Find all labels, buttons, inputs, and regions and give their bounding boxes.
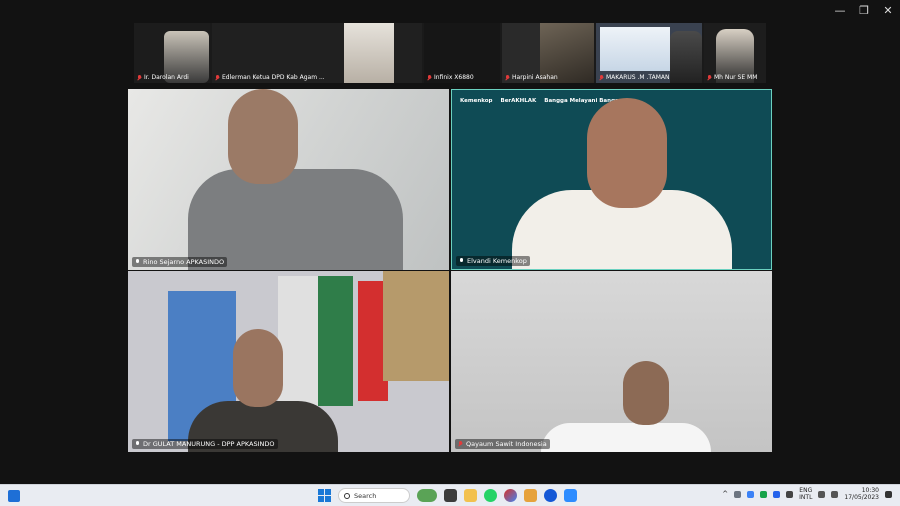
- bluetooth-icon[interactable]: [773, 490, 781, 498]
- mic-muted-icon: [458, 441, 463, 447]
- video-tile[interactable]: Qayaum Sawit Indonesia: [451, 271, 772, 452]
- meeting-app-icon[interactable]: [564, 489, 577, 502]
- participant-video: [318, 276, 353, 406]
- participant-strip: Ir. Darolan Ardi Edlerman Ketua DPD Kab …: [134, 23, 766, 83]
- mic-icon: [135, 441, 140, 447]
- tray-icon[interactable]: [760, 490, 768, 498]
- participant-label: Edlerman Ketua DPD Kab Agam ...: [215, 74, 325, 81]
- search-box[interactable]: Search: [338, 488, 410, 503]
- participant-name: Dr GULAT MANURUNG - DPP APKASINDO: [143, 440, 275, 448]
- mic-muted-icon: [137, 74, 142, 81]
- taskbar-apps: Search: [318, 488, 577, 503]
- mic-muted-icon: [599, 74, 604, 81]
- clock-time: 10:30: [861, 487, 879, 494]
- participant-video: [278, 276, 323, 406]
- mic-muted-icon: [707, 74, 712, 81]
- participant-name: Elvandi Kemenkop: [467, 257, 527, 265]
- participant-thumb[interactable]: MAKARUS .M .TAMAN: [596, 23, 702, 83]
- lang-code: ENG: [799, 487, 813, 494]
- clock[interactable]: 10:30 17/05/2023: [844, 487, 879, 501]
- minimize-button[interactable]: —: [828, 0, 852, 20]
- tray-icon[interactable]: [734, 490, 742, 498]
- participant-name: Ir. Darolan Ardi: [144, 74, 189, 81]
- search-icon: [344, 492, 350, 499]
- taskbar: Search ^ ENG INTL 10:30 17/05/2023: [0, 484, 900, 506]
- participant-label: Qayaum Sawit Indonesia: [455, 439, 550, 449]
- notification-icon[interactable]: [885, 490, 892, 498]
- video-tile-active-speaker[interactable]: Kemenkop BerAKHLAK Bangga Melayani Bangs…: [451, 89, 772, 270]
- tile-logos: Kemenkop BerAKHLAK Bangga Melayani Bangs…: [460, 98, 622, 104]
- search-label: Search: [354, 491, 377, 500]
- whatsapp-icon[interactable]: [484, 489, 497, 502]
- widgets-icon[interactable]: [8, 490, 20, 502]
- task-view-icon[interactable]: [444, 489, 457, 502]
- participant-video: [188, 169, 403, 270]
- participant-name: Rino Sejarno APKASINDO: [143, 258, 225, 266]
- volume-icon[interactable]: [831, 490, 839, 498]
- participant-thumb[interactable]: Infinix X6880: [424, 23, 500, 83]
- tray-icon[interactable]: [747, 490, 755, 498]
- participant-video: [623, 361, 669, 425]
- clock-date: 17/05/2023: [844, 494, 879, 501]
- participant-name: MAKARUS .M .TAMAN: [606, 74, 670, 81]
- participant-video: [228, 89, 298, 184]
- wifi-icon[interactable]: [818, 490, 826, 498]
- participant-label: Harpini Asahan: [505, 74, 558, 81]
- participant-thumb[interactable]: Ir. Darolan Ardi: [134, 23, 210, 83]
- mic-muted-icon: [427, 74, 432, 81]
- chrome-icon[interactable]: [504, 489, 517, 502]
- meeting-window: — ❐ ✕ Ir. Darolan Ardi Edlerman Ketua DP…: [0, 0, 900, 484]
- system-tray: ^ ENG INTL 10:30 17/05/2023: [722, 487, 892, 501]
- participant-video: [233, 329, 283, 407]
- mic-icon: [459, 258, 464, 264]
- window-controls: — ❐ ✕: [828, 0, 900, 20]
- participant-name: Infinix X6880: [434, 74, 474, 81]
- close-button[interactable]: ✕: [876, 0, 900, 20]
- mic-muted-icon: [215, 74, 220, 81]
- mic-icon: [135, 259, 140, 265]
- participant-thumb[interactable]: Edlerman Ketua DPD Kab Agam ...: [212, 23, 422, 83]
- start-icon[interactable]: [318, 489, 331, 502]
- promo-icon[interactable]: [417, 489, 437, 502]
- participant-name: Mh Nur SE MM: [714, 74, 758, 81]
- participant-video: [587, 98, 667, 208]
- participant-label: Elvandi Kemenkop: [456, 256, 530, 266]
- participant-label: MAKARUS .M .TAMAN: [599, 74, 669, 81]
- folder-icon[interactable]: [524, 489, 537, 502]
- participant-video: [383, 271, 449, 381]
- logo-text: BerAKHLAK: [500, 98, 537, 104]
- participant-name: Qayaum Sawit Indonesia: [466, 440, 547, 448]
- mic-tray-icon[interactable]: [786, 490, 794, 498]
- video-tile[interactable]: Dr GULAT MANURUNG - DPP APKASINDO: [128, 271, 449, 452]
- participant-video: [600, 27, 670, 71]
- mic-muted-icon: [505, 74, 510, 81]
- participant-label: Ir. Darolan Ardi: [137, 74, 189, 81]
- participant-label: Mh Nur SE MM: [707, 74, 757, 81]
- chevron-up-icon[interactable]: ^: [722, 490, 728, 498]
- file-explorer-icon[interactable]: [464, 489, 477, 502]
- participant-name: Edlerman Ketua DPD Kab Agam ...: [222, 74, 325, 81]
- participant-video: [344, 23, 394, 83]
- participant-video: [541, 423, 711, 452]
- participant-name: Harpini Asahan: [512, 74, 558, 81]
- logo-text: Kemenkop: [460, 98, 493, 104]
- video-tile[interactable]: Rino Sejarno APKASINDO: [128, 89, 449, 270]
- language-indicator[interactable]: ENG INTL: [799, 487, 812, 501]
- lang-layout: INTL: [799, 494, 813, 501]
- restore-button[interactable]: ❐: [852, 0, 876, 20]
- participant-label: Dr GULAT MANURUNG - DPP APKASINDO: [132, 439, 278, 449]
- participant-thumb[interactable]: Harpini Asahan: [502, 23, 594, 83]
- participant-label: Infinix X6880: [427, 74, 474, 81]
- participant-label: Rino Sejarno APKASINDO: [132, 257, 228, 267]
- zoom-icon[interactable]: [544, 489, 557, 502]
- participant-video: [670, 31, 702, 83]
- participant-thumb[interactable]: Mh Nur SE MM: [704, 23, 766, 83]
